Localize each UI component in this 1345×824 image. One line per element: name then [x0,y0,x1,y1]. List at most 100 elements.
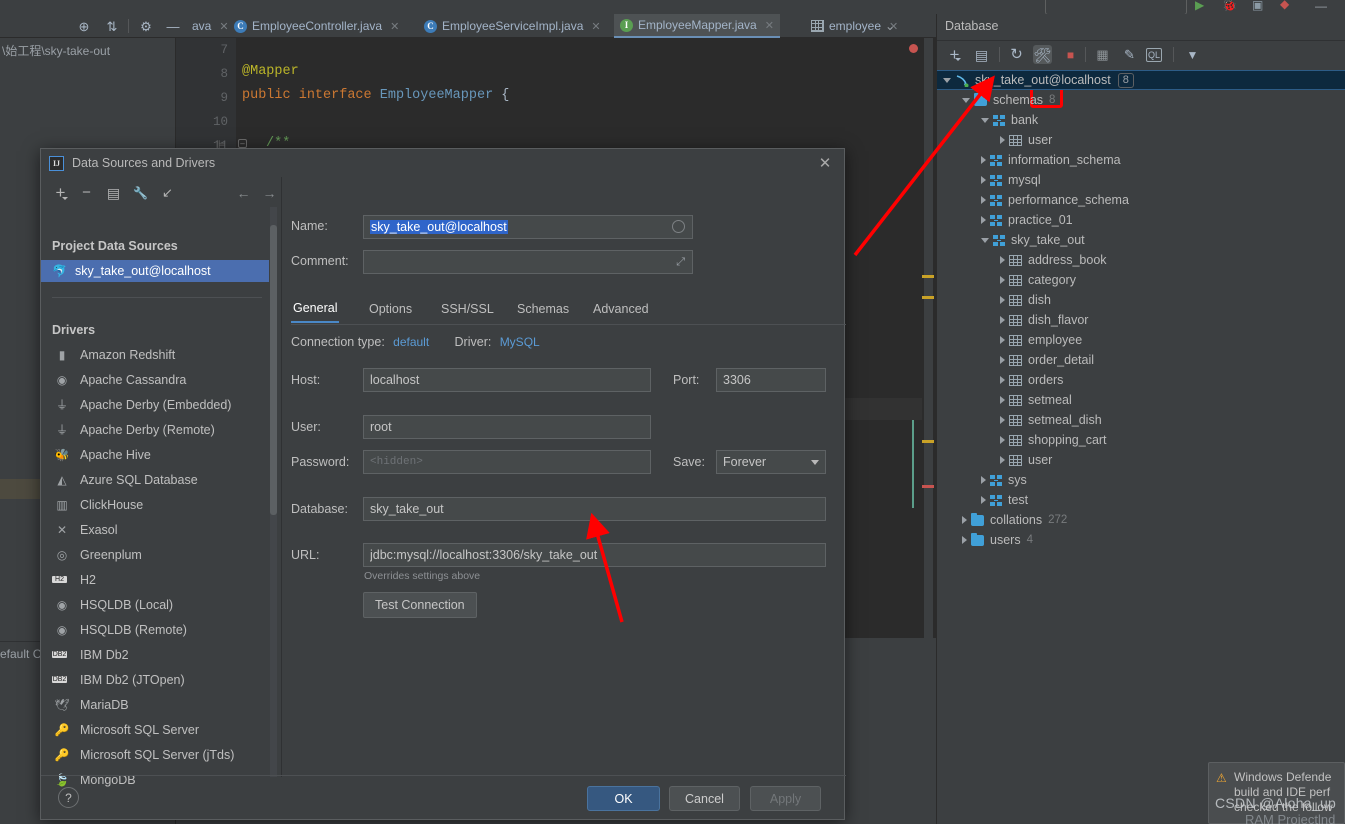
chevron-right-icon[interactable] [1000,356,1005,364]
run-icon[interactable]: ▶ [1195,0,1204,12]
fold-icon[interactable]: – [238,139,247,148]
chevron-right-icon[interactable] [1000,316,1005,324]
forward-arrow-icon[interactable]: → [260,183,279,202]
scrollbar-warning-marker[interactable] [922,440,934,443]
add-dropdown-chevron-icon[interactable] [62,197,68,200]
add-dropdown-chevron-icon[interactable] [955,58,961,61]
tab-options[interactable]: Options [367,295,414,323]
open-table-icon[interactable]: ▦ [1093,45,1112,64]
db-tree-row[interactable]: information_schema [937,150,1345,170]
db-tree-row[interactable]: users 4 [937,530,1345,550]
db-tree-row[interactable]: orders [937,370,1345,390]
back-arrow-icon[interactable]: ← [234,183,253,202]
locate-icon[interactable]: ⊕ [76,18,92,34]
db-tree-row[interactable]: order_detail [937,350,1345,370]
query-console-icon[interactable]: QL [1146,48,1162,62]
chevron-right-icon[interactable] [1000,416,1005,424]
test-connection-button[interactable]: Test Connection [363,592,477,618]
chevron-right-icon[interactable] [1000,296,1005,304]
editor-tab-employeecontroller[interactable]: C EmployeeController.java ✕ [228,14,405,38]
name-reset-icon[interactable] [672,220,685,233]
chevron-right-icon[interactable] [1000,376,1005,384]
db-tree-row[interactable]: dish_flavor [937,310,1345,330]
driver-item[interactable]: 🕊 MariaDB [41,692,269,717]
ok-button[interactable]: OK [587,786,660,811]
driver-item[interactable]: ◎ Greenplum [41,542,269,567]
driver-item[interactable]: ▥ ClickHouse [41,492,269,517]
chevron-down-icon[interactable] [981,237,989,243]
copy-icon[interactable]: ▤ [104,183,123,202]
hide-icon[interactable]: — [165,18,181,34]
scrollbar-warning-marker[interactable] [922,296,934,299]
chevron-right-icon[interactable] [981,176,986,184]
chevron-right-icon[interactable] [981,476,986,484]
driver-item[interactable]: DB2 IBM Db2 [41,642,269,667]
run-configuration-selector[interactable] [1045,0,1187,15]
db-tree-row[interactable]: category [937,270,1345,290]
gear-icon[interactable]: ⚙ [138,18,154,34]
cancel-button[interactable]: Cancel [669,786,740,811]
error-indicator[interactable] [909,44,918,53]
driver-item[interactable]: ◭ Azure SQL Database [41,467,269,492]
import-icon[interactable]: ↙ [158,183,177,202]
chevron-right-icon[interactable] [962,536,967,544]
db-tree-row[interactable]: schemas 8 [937,90,1345,110]
editor-scrollbar[interactable] [924,38,933,638]
close-icon[interactable]: ✕ [816,154,834,172]
tab-general[interactable]: General [291,295,340,323]
db-tree-row[interactable]: mysql [937,170,1345,190]
chevron-right-icon[interactable] [1000,256,1005,264]
editor-tab-employeemapper[interactable]: I EmployeeMapper.java ✕ [614,14,780,38]
minimize-icon[interactable]: — [1315,0,1327,13]
db-tree-row[interactable]: setmeal_dish [937,410,1345,430]
tab-advanced[interactable]: Advanced [591,295,651,323]
db-tree-row[interactable]: bank [937,110,1345,130]
chevron-right-icon[interactable] [1000,436,1005,444]
driver-item[interactable]: ⏚ Apache Derby (Remote) [41,417,269,442]
port-input[interactable] [716,368,826,392]
close-icon[interactable]: ✕ [390,20,399,33]
chevron-right-icon[interactable] [981,156,986,164]
duplicate-icon[interactable]: ▤ [972,45,991,64]
chevron-down-icon[interactable] [962,97,970,103]
driver-value[interactable]: MySQL [500,335,540,349]
database-tree[interactable]: sky_take_out@localhost 8 schemas 8 bank user i… [937,70,1345,770]
data-source-item-sky-take-out[interactable]: 🐬 sky_take_out@localhost [41,260,269,282]
data-source-properties-icon[interactable]: 🛠 [1033,45,1052,64]
debug-icon[interactable]: 🐞 [1222,0,1237,12]
stop-icon[interactable]: ■ [1061,45,1080,64]
add-data-source-icon[interactable]: + [945,45,964,64]
wrench-icon[interactable]: 🔧 [131,183,150,202]
chevron-right-icon[interactable] [962,516,967,524]
comment-field[interactable]: ⤢ [363,250,693,274]
chevron-down-icon[interactable] [981,117,989,123]
help-button[interactable]: ? [58,787,79,808]
password-input[interactable] [363,450,651,474]
editor-tab-employeeserviceimpl[interactable]: C EmployeeServiceImpl.java ✕ [418,14,607,38]
chevron-right-icon[interactable] [981,216,986,224]
chevron-right-icon[interactable] [1000,456,1005,464]
chevron-down-icon[interactable] [943,77,951,83]
db-tree-row[interactable]: user [937,450,1345,470]
collapse-all-icon[interactable]: ⇅ [104,18,120,34]
db-tree-row[interactable]: dish [937,290,1345,310]
db-tree-row[interactable]: sys [937,470,1345,490]
driver-item[interactable]: ▮ Amazon Redshift [41,342,269,367]
name-field[interactable]: sky_take_out@localhost [363,215,693,239]
driver-item[interactable]: ✕ Exasol [41,517,269,542]
driver-item[interactable]: H2 H2 [41,567,269,592]
profile-icon[interactable]: ◆ [1280,0,1289,10]
apply-button[interactable]: Apply [750,786,821,811]
chevron-right-icon[interactable] [1000,136,1005,144]
connection-type-value[interactable]: default [393,335,429,349]
tab-ssh-ssl[interactable]: SSH/SSL [439,295,496,323]
expand-icon[interactable]: ⤢ [676,256,685,269]
chevron-right-icon[interactable] [981,496,986,504]
scrollbar-warning-marker[interactable] [922,275,934,278]
scrollbar-error-marker[interactable] [922,485,934,488]
drivers-scrollbar-thumb[interactable] [270,225,277,515]
coverage-icon[interactable]: ▣ [1252,0,1263,12]
filter-icon[interactable]: ▼ [1183,45,1202,64]
host-input[interactable] [363,368,651,392]
chevron-right-icon[interactable] [981,196,986,204]
